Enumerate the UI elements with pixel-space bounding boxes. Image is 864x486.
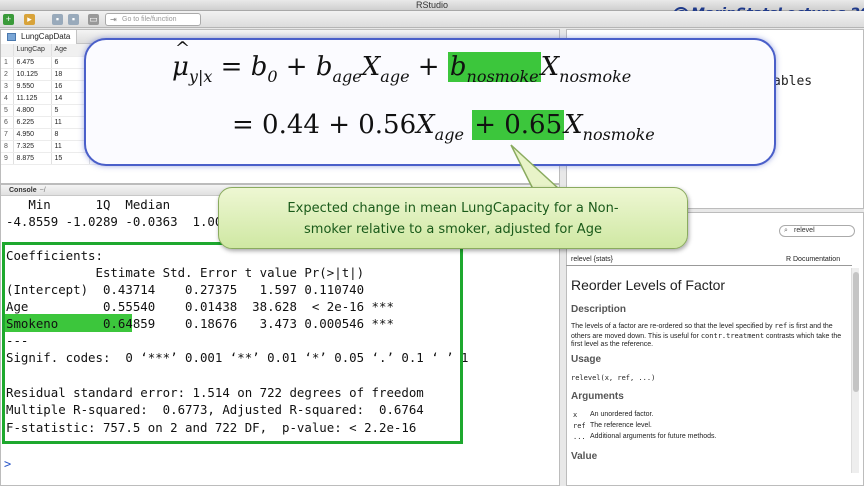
help-topic-name: relevel {stats} — [571, 256, 614, 263]
save-icon[interactable]: ▪ — [52, 14, 63, 25]
search-icon: ⌕ — [784, 227, 788, 234]
help-usage-heading: Usage — [571, 354, 602, 365]
column-header[interactable]: LungCap — [13, 44, 52, 57]
open-project-icon[interactable]: ▸ — [24, 14, 35, 25]
table-cell: 4 — [1, 92, 14, 105]
goto-placeholder: Go to file/function — [122, 16, 177, 23]
print-icon[interactable]: ▭ — [88, 14, 99, 25]
help-title: Reorder Levels of Factor — [571, 277, 726, 293]
help-arguments-heading: Arguments — [571, 391, 624, 402]
table-cell: 10.125 — [13, 68, 52, 81]
formula-line-1: μ ^ y|x = b0 + bageXage + bnosmokeXnosmoke — [172, 38, 632, 86]
table-cell: 6.225 — [13, 116, 52, 129]
table-cell: 11.125 — [13, 92, 52, 105]
new-file-icon[interactable]: + — [3, 14, 14, 25]
table-cell: 8.875 — [13, 152, 52, 165]
formula-box: μ ^ y|x = b0 + bageXage + bnosmokeXnosmoke… — [84, 38, 776, 166]
help-value-heading: Value — [571, 451, 598, 462]
table-icon — [7, 33, 16, 41]
help-arg-desc: The reference level. — [590, 422, 652, 429]
callout-pointer — [510, 144, 561, 190]
help-arg-desc: An unordered factor. — [590, 411, 654, 418]
table-cell: 2 — [1, 68, 14, 81]
formula-highlight-coef: bnosmoke — [447, 52, 541, 86]
callout-box: Expected change in mean LungCapacity for… — [218, 187, 688, 249]
table-cell: 1 — [1, 56, 14, 69]
goto-file-input[interactable]: ⇥ Go to file/function — [105, 13, 201, 26]
tab-lungcapdata[interactable]: LungCapData — [1, 30, 78, 44]
column-header[interactable]: Age — [51, 44, 90, 57]
save-all-icon[interactable]: ▪ — [68, 14, 79, 25]
help-usage-code: relevel(x, ref, ...) — [571, 374, 656, 382]
table-cell: 4.950 — [13, 128, 52, 141]
console-path: ~/ — [39, 187, 46, 194]
table-cell: 3 — [1, 80, 14, 93]
formula-line-2: = 0.44 + 0.56Xage + 0.65Xnosmoke — [232, 110, 655, 144]
help-doc-label: R Documentation — [786, 256, 841, 263]
help-arg-desc: Additional arguments for future methods. — [590, 433, 717, 440]
help-description: The levels of a factor are re-ordered so… — [571, 322, 842, 348]
table-cell: 15 — [51, 152, 90, 165]
help-search-input[interactable]: ⌕ relevel — [779, 225, 855, 237]
help-description-heading: Description — [571, 304, 627, 315]
table-cell: 9.550 — [13, 80, 52, 93]
table-cell: 4.800 — [13, 104, 52, 117]
table-cell: 6 — [1, 116, 14, 129]
table-cell: 7 — [1, 128, 14, 141]
callout-text: Expected change in mean LungCapacity for… — [287, 201, 619, 237]
main-toolbar: + ▸ ▪ ▪ ▭ ⇥ Go to file/function — [0, 11, 864, 28]
console-line: -4.8559 -1.0289 -0.0363 1.00 — [6, 214, 223, 229]
goto-arrow-icon: ⇥ — [110, 15, 117, 24]
formula-highlight-value: + 0.65 — [472, 110, 565, 140]
environment-partial-text: ables — [773, 74, 813, 89]
table-cell: 6.475 — [13, 56, 52, 69]
table-cell: 5 — [1, 104, 14, 117]
coefficients-highlight-box — [2, 242, 463, 444]
help-arg-name: ... — [573, 433, 586, 441]
help-scrollbar[interactable] — [851, 268, 859, 473]
scrollbar-thumb[interactable] — [853, 272, 859, 392]
table-cell: 7.325 — [13, 140, 52, 153]
help-arg-name: ref — [573, 422, 586, 430]
table-cell: 9 — [1, 152, 14, 165]
console-prompt[interactable]: > — [4, 457, 11, 471]
help-arg-name: x — [573, 411, 578, 419]
console-line: Min 1Q Median — [6, 197, 171, 212]
row-number-header — [1, 44, 14, 57]
table-cell: 8 — [1, 140, 14, 153]
